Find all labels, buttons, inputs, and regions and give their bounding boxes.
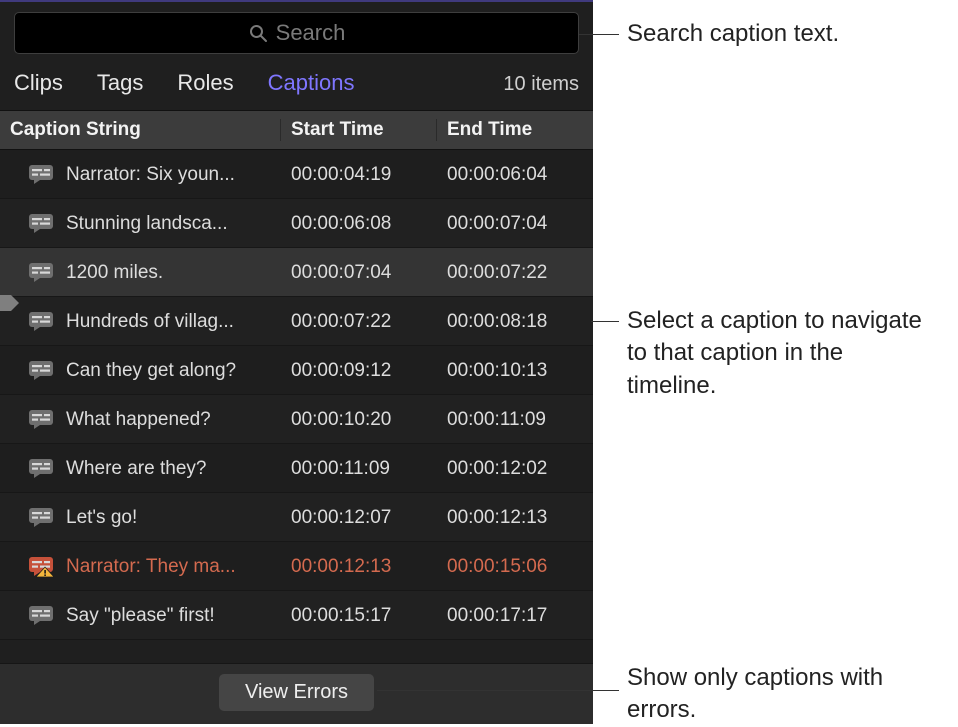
table-header: Caption String Start Time End Time (0, 110, 593, 150)
column-caption-string[interactable]: Caption String (0, 119, 281, 141)
caption-text: Narrator: Six youn... (66, 165, 235, 184)
column-end-time[interactable]: End Time (437, 119, 593, 141)
tab-roles[interactable]: Roles (177, 70, 233, 96)
end-time: 00:00:17:17 (437, 606, 593, 625)
caption-text: Say "please" first! (66, 606, 215, 625)
table-row[interactable]: Stunning landsca... 00:00:06:0800:00:07:0… (0, 199, 593, 248)
panel-footer: View Errors (0, 663, 593, 724)
start-time: 00:00:09:12 (281, 361, 437, 380)
playhead-indicator-icon (0, 291, 19, 315)
end-time: 00:00:10:13 (437, 361, 593, 380)
table-row[interactable]: Where are they? 00:00:11:0900:00:12:02 (0, 444, 593, 493)
caption-icon (28, 261, 54, 283)
caption-text: Hundreds of villag... (66, 312, 234, 331)
start-time: 00:00:12:13 (281, 557, 437, 576)
callout-search: Search caption text. (627, 18, 839, 50)
caption-icon (28, 359, 54, 381)
table-row[interactable]: Let's go! 00:00:12:0700:00:12:13 (0, 493, 593, 542)
start-time: 00:00:15:17 (281, 606, 437, 625)
end-time: 00:00:12:02 (437, 459, 593, 478)
caption-icon (28, 212, 54, 234)
end-time: 00:00:07:22 (437, 263, 593, 282)
caption-icon (28, 555, 54, 577)
caption-text: 1200 miles. (66, 263, 163, 282)
start-time: 00:00:07:04 (281, 263, 437, 282)
caption-text: Stunning landsca... (66, 214, 228, 233)
end-time: 00:00:07:04 (437, 214, 593, 233)
tab-captions[interactable]: Captions (268, 70, 355, 96)
end-time: 00:00:06:04 (437, 165, 593, 184)
table-row[interactable]: Can they get along? 00:00:09:1200:00:10:1… (0, 346, 593, 395)
start-time: 00:00:10:20 (281, 410, 437, 429)
start-time: 00:00:11:09 (281, 459, 437, 478)
callout-select: Select a caption to navigate to that cap… (627, 305, 937, 402)
caption-text: What happened? (66, 410, 211, 429)
caption-text: Can they get along? (66, 361, 236, 380)
table-row[interactable]: Narrator: They ma... 00:00:12:1300:00:15:… (0, 542, 593, 591)
table-row[interactable]: Say "please" first! 00:00:15:1700:00:17:1… (0, 591, 593, 640)
search-placeholder: Search (276, 22, 346, 44)
end-time: 00:00:12:13 (437, 508, 593, 527)
captions-panel: Search Clips Tags Roles Captions 10 item… (0, 0, 593, 724)
start-time: 00:00:04:19 (281, 165, 437, 184)
start-time: 00:00:07:22 (281, 312, 437, 331)
item-count: 10 items (503, 73, 579, 96)
column-start-time[interactable]: Start Time (281, 119, 437, 141)
start-time: 00:00:06:08 (281, 214, 437, 233)
tab-bar: Clips Tags Roles Captions 10 items (0, 60, 593, 110)
view-errors-button[interactable]: View Errors (219, 674, 374, 711)
table-row[interactable]: Narrator: Six youn... 00:00:04:1900:00:06… (0, 150, 593, 199)
caption-text: Let's go! (66, 508, 137, 527)
caption-icon (28, 604, 54, 626)
callout-errors: Show only captions with errors. (627, 662, 937, 727)
end-time: 00:00:11:09 (437, 410, 593, 429)
start-time: 00:00:12:07 (281, 508, 437, 527)
end-time: 00:00:08:18 (437, 312, 593, 331)
search-icon (248, 23, 268, 43)
caption-icon (28, 408, 54, 430)
end-time: 00:00:15:06 (437, 557, 593, 576)
caption-text: Where are they? (66, 459, 206, 478)
search-wrap: Search (0, 2, 593, 60)
tab-tags[interactable]: Tags (97, 70, 143, 96)
table-row[interactable]: What happened? 00:00:10:2000:00:11:09 (0, 395, 593, 444)
tab-clips[interactable]: Clips (14, 70, 63, 96)
caption-rows: Narrator: Six youn...00:00:04:1900:00:06… (0, 150, 593, 663)
caption-text: Narrator: They ma... (66, 557, 236, 576)
caption-icon (28, 506, 54, 528)
table-row[interactable]: Hundreds of villag... 00:00:07:2200:00:08… (0, 297, 593, 346)
table-row[interactable]: 1200 miles. 00:00:07:0400:00:07:22 (0, 248, 593, 297)
search-input[interactable]: Search (14, 12, 579, 54)
caption-icon (28, 457, 54, 479)
caption-icon (28, 163, 54, 185)
caption-icon (28, 310, 54, 332)
